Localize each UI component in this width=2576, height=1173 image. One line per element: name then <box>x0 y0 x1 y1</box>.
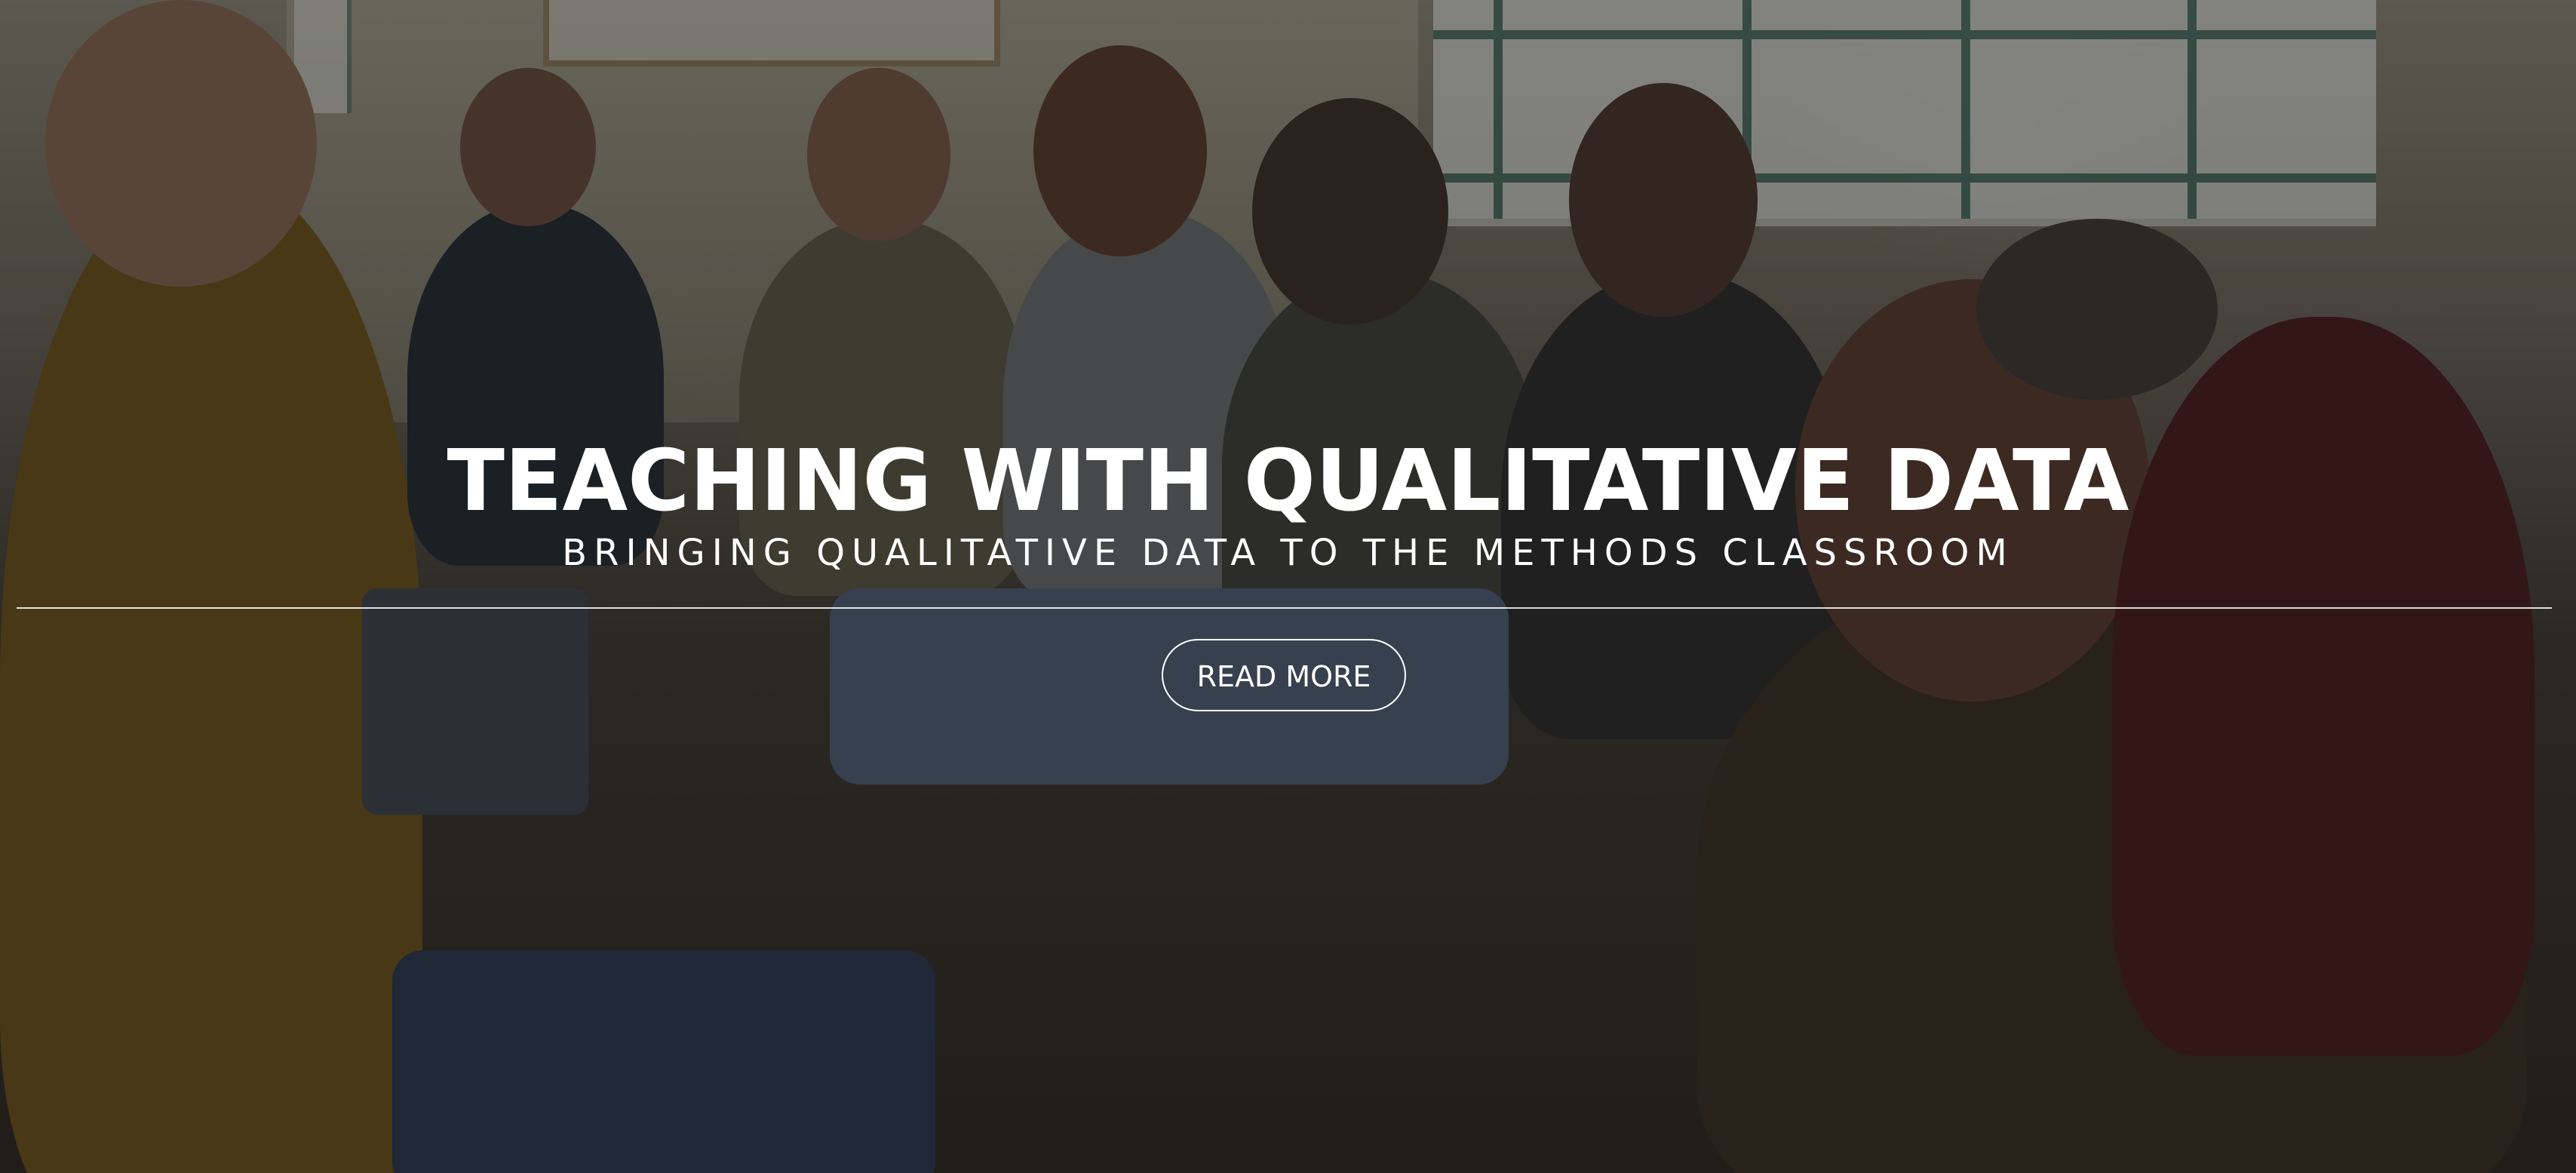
read-more-button[interactable]: READ MORE <box>1162 639 1406 711</box>
page-subtitle: BRINGING QUALITATIVE DATA TO THE METHODS… <box>562 532 2014 574</box>
page-title: TEACHING WITH QUALITATIVE DATA <box>447 432 2129 530</box>
divider-line <box>17 607 2552 609</box>
dark-overlay <box>0 0 2576 1173</box>
hero-banner: TEACHING WITH QUALITATIVE DATA BRINGING … <box>0 0 2576 1173</box>
